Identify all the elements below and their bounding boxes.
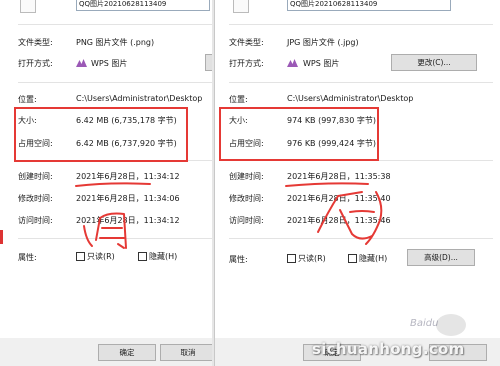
open-with-value: WPS 图片	[91, 59, 128, 68]
readonly-label: 只读(R)	[87, 252, 115, 261]
checkbox-box[interactable]	[138, 252, 147, 261]
modified-label: 修改时间:	[18, 194, 53, 203]
location-value: C:\Users\Administrator\Desktop	[76, 94, 203, 103]
baidu-watermark: Baidu	[410, 318, 439, 329]
advanced-button[interactable]: 高级(D)...	[407, 249, 475, 266]
divider	[18, 24, 212, 25]
file-icon	[233, 0, 249, 13]
annotation-size-box	[219, 107, 379, 161]
readonly-checkbox[interactable]: 只读(R)	[76, 251, 115, 262]
accessed-label: 访问时间:	[229, 216, 264, 225]
divider	[229, 24, 493, 25]
file-type-value: JPG 图片文件 (.jpg)	[287, 38, 359, 47]
created-value: 2021年6月28日，11:35:38	[287, 172, 391, 181]
ok-button[interactable]: 确定	[98, 344, 156, 361]
location-label: 位置:	[229, 95, 248, 104]
wps-picture-icon	[287, 59, 298, 67]
open-with-label: 打开方式:	[229, 59, 264, 68]
left-properties-dialog: QQ图片20210628113409 文件类型: PNG 图片文件 (.png)…	[0, 0, 212, 366]
readonly-checkbox[interactable]: 只读(R)	[287, 253, 326, 264]
divider	[18, 238, 212, 239]
divider	[18, 82, 212, 83]
filename-field[interactable]: QQ图片20210628113409	[287, 0, 451, 11]
created-value: 2021年6月28日，11:34:12	[76, 172, 180, 181]
checkbox-box[interactable]	[348, 254, 357, 263]
site-watermark: sichuanhong.com	[312, 340, 465, 358]
hidden-checkbox[interactable]: 隐藏(H)	[138, 251, 177, 262]
open-with-value: WPS 图片	[303, 59, 340, 68]
change-button[interactable]: 更改(C)...	[391, 54, 477, 71]
attributes-label: 属性:	[18, 253, 37, 262]
created-label: 创建时间:	[18, 172, 53, 181]
right-properties-dialog: QQ图片20210628113409 文件类型: JPG 图片文件 (.jpg)…	[214, 0, 500, 366]
file-type-value: PNG 图片文件 (.png)	[76, 38, 155, 47]
wps-picture-icon	[76, 59, 87, 67]
file-icon	[20, 0, 36, 13]
baidu-paw-watermark	[436, 314, 466, 336]
location-value: C:\Users\Administrator\Desktop	[287, 94, 414, 103]
divider	[229, 238, 493, 239]
modified-value: 2021年6月28日，11:34:06	[76, 194, 180, 203]
cancel-button[interactable]: 取消	[160, 344, 212, 361]
checkbox-box[interactable]	[76, 252, 85, 261]
location-label: 位置:	[18, 95, 37, 104]
modified-label: 修改时间:	[229, 194, 264, 203]
annotation-size-box	[14, 107, 188, 162]
hidden-label: 隐藏(H)	[359, 254, 388, 263]
accessed-value: 2021年6月28日，11:34:12	[76, 216, 180, 225]
change-button-partial[interactable]	[205, 54, 212, 71]
open-with-label: 打开方式:	[18, 59, 53, 68]
checkbox-box[interactable]	[287, 254, 296, 263]
hidden-checkbox[interactable]: 隐藏(H)	[348, 253, 387, 264]
attributes-label: 属性:	[229, 255, 248, 264]
readonly-label: 只读(R)	[298, 254, 326, 263]
hidden-label: 隐藏(H)	[149, 252, 178, 261]
created-label: 创建时间:	[229, 172, 264, 181]
file-type-label: 文件类型:	[229, 38, 264, 47]
modified-value: 2021年6月28日，11:35:40	[287, 194, 391, 203]
file-type-label: 文件类型:	[18, 38, 53, 47]
accessed-label: 访问时间:	[18, 216, 53, 225]
background-strip	[0, 230, 3, 244]
accessed-value: 2021年6月28日，11:35:46	[287, 216, 391, 225]
divider	[229, 82, 493, 83]
filename-field[interactable]: QQ图片20210628113409	[76, 0, 210, 11]
